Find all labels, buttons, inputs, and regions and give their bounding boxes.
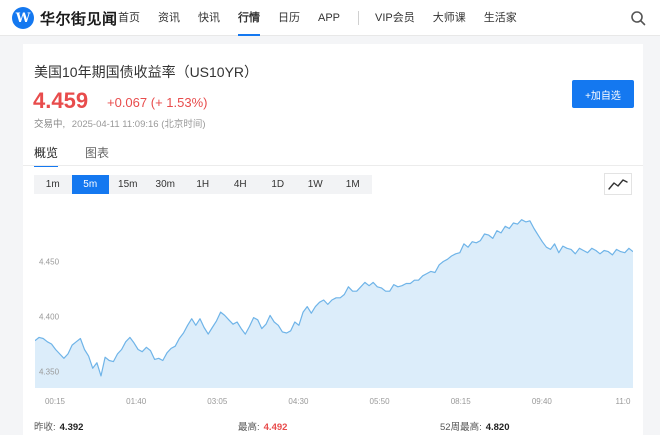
prev-close-label: 昨收:	[34, 422, 56, 433]
nav-item-vip[interactable]: VIP会员	[375, 0, 415, 36]
brand-logo[interactable]: W 华尔街见闻	[12, 7, 118, 29]
x-tick-label: 08:15	[451, 397, 472, 406]
stat-high: 最高: 4.492	[238, 419, 287, 433]
add-to-watchlist-button[interactable]: +加自选	[572, 80, 634, 108]
stat-52wk-high: 52周最高: 4.820	[440, 419, 510, 433]
tab-overview[interactable]: 概览	[34, 144, 59, 167]
quote-timestamp: 2025-04-11 11:09:16 (北京时间)	[71, 119, 206, 130]
x-tick-label: 09:40	[532, 397, 553, 406]
price-change: +0.067 (+ 1.53%)	[107, 95, 208, 110]
high-label: 最高:	[238, 422, 260, 433]
period-1w[interactable]: 1W	[297, 175, 335, 194]
period-1mo[interactable]: 1M	[334, 175, 372, 194]
period-15m[interactable]: 15m	[109, 175, 147, 194]
price-chart[interactable]: 4.450 4.400 4.350 00:15 01:40 03:05 04:30 05:50…	[35, 204, 633, 414]
search-icon[interactable]	[630, 10, 646, 26]
y-tick-label: 4.450	[39, 258, 60, 267]
nav-item-lifestyle[interactable]: 生活家	[484, 0, 517, 36]
period-4h[interactable]: 4H	[222, 175, 260, 194]
x-tick-label: 00:15	[45, 397, 66, 406]
x-tick-label: 04:30	[288, 397, 309, 406]
period-1m[interactable]: 1m	[34, 175, 72, 194]
nav-item-masterclass[interactable]: 大师课	[433, 0, 466, 36]
nav-item-home[interactable]: 首页	[118, 0, 140, 36]
x-tick-label: 11:0	[616, 397, 632, 406]
52wk-high-label: 52周最高:	[440, 422, 482, 433]
x-tick-label: 01:40	[126, 397, 147, 406]
top-navigation-bar: W 华尔街见闻 首页 资讯 快讯 行情 日历 APP VIP会员 大师课 生活家	[0, 0, 660, 36]
stat-prev-close: 昨收: 4.392	[34, 419, 83, 433]
trading-status-label: 交易中,	[34, 119, 66, 130]
nav-divider	[358, 11, 360, 25]
nav-item-app[interactable]: APP	[318, 0, 340, 36]
tabs-divider	[23, 165, 643, 166]
instrument-title: 美国10年期国债收益率（US10YR）	[34, 64, 259, 80]
nav-item-live[interactable]: 快讯	[198, 0, 220, 36]
line-chart-icon[interactable]	[604, 173, 632, 195]
x-tick-label: 03:05	[207, 397, 228, 406]
quote-panel: 美国10年期国债收益率（US10YR） 4.459 +0.067 (+ 1.53…	[23, 44, 643, 435]
prev-close-value: 4.392	[59, 422, 84, 433]
period-1d[interactable]: 1D	[259, 175, 297, 194]
period-30m[interactable]: 30m	[147, 175, 185, 194]
high-value: 4.492	[263, 422, 288, 433]
y-tick-label: 4.400	[39, 313, 60, 322]
period-1h[interactable]: 1H	[184, 175, 222, 194]
nav-item-news[interactable]: 资讯	[158, 0, 180, 36]
period-selector: 1m 5m 15m 30m 1H 4H 1D 1W 1M	[34, 175, 372, 194]
nav-item-markets[interactable]: 行情	[238, 0, 260, 36]
52wk-high-value: 4.820	[485, 422, 510, 433]
tab-chart[interactable]: 图表	[85, 144, 109, 167]
trading-status: 交易中, 2025-04-11 11:09:16 (北京时间)	[34, 116, 206, 130]
last-price: 4.459	[33, 88, 89, 113]
x-tick-label: 05:50	[370, 397, 391, 406]
main-nav: 首页 资讯 快讯 行情 日历 APP VIP会员 大师课 生活家	[118, 0, 535, 36]
quote-tabs: 概览 图表	[34, 144, 136, 167]
wallstreetcn-logo-icon: W	[12, 7, 34, 29]
nav-item-calendar[interactable]: 日历	[278, 0, 300, 36]
y-tick-label: 4.350	[39, 368, 60, 377]
quote-stats: 昨收: 4.392 最高: 4.492 52周最高: 4.820	[23, 414, 643, 435]
brand-name: 华尔街见闻	[40, 9, 118, 28]
period-5m[interactable]: 5m	[71, 175, 109, 194]
